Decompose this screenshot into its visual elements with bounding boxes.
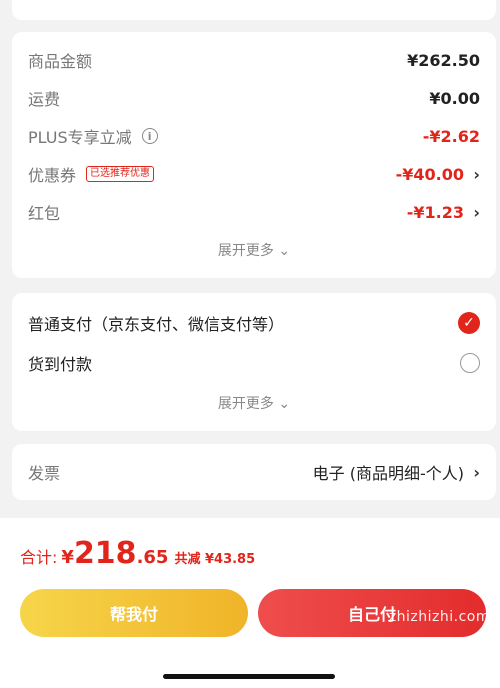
total-decimal: .65 (136, 547, 169, 568)
checkmark-icon[interactable]: ✓ (458, 312, 480, 334)
info-icon[interactable]: i (141, 128, 158, 144)
row-goods-amount: 商品金额 ¥262.50 (28, 44, 480, 76)
row-coupon[interactable]: 优惠券 已选推荐优惠 -¥40.00 › (28, 158, 480, 190)
chevron-down-icon: ⌄ (278, 396, 291, 412)
payment-expand-more-label: 展开更多 (217, 396, 274, 412)
total-line: 合计: ¥ 218 .65 共减 ¥43.85 (20, 536, 255, 571)
shipping-value: ¥0.00 (429, 88, 480, 108)
chevron-right-icon: › (473, 462, 480, 482)
payment-method-card: 普通支付（京东支付、微信支付等） ✓ 货到付款 展开更多 ⌄ (12, 293, 496, 431)
coupon-tag: 已选推荐优惠 (86, 166, 155, 182)
row-plus-discount: PLUS专享立减 i -¥2.62 (28, 120, 480, 152)
payment-option-cod[interactable]: 货到付款 (28, 347, 480, 379)
help-pay-label: 帮我付 (109, 605, 158, 624)
shipping-label: 运费 (28, 90, 61, 109)
radio-unchecked-icon[interactable] (460, 353, 480, 373)
payment-option-cod-label: 货到付款 (28, 355, 93, 374)
total-savings: 共减 ¥43.85 (174, 552, 256, 567)
coupon-value-wrap: -¥40.00 › (396, 165, 480, 184)
expand-more-link[interactable]: 展开更多 ⌄ (12, 240, 496, 260)
checkout-footer: 合计: ¥ 218 .65 共减 ¥43.85 帮我付 自己付 zhizhizh… (0, 518, 500, 688)
expand-more-label: 展开更多 (217, 243, 274, 259)
red-packet-label: 红包 (28, 204, 61, 223)
invoice-card[interactable]: 发票 电子 (商品明细-个人) › (12, 444, 496, 500)
top-card-partial (12, 0, 496, 20)
coupon-label-wrap: 优惠券 已选推荐优惠 (28, 162, 155, 186)
payment-expand-more-link[interactable]: 展开更多 ⌄ (12, 393, 496, 413)
invoice-value: 电子 (商品明细-个人) (312, 464, 464, 483)
chevron-right-icon: › (473, 202, 480, 222)
watermark: zhizhizhi.com (388, 609, 490, 625)
goods-amount-label: 商品金额 (28, 52, 93, 71)
help-pay-button[interactable]: 帮我付 (20, 589, 248, 637)
total-label: 合计: (20, 548, 58, 567)
chevron-down-icon: ⌄ (278, 243, 291, 259)
plus-discount-label: PLUS专享立减 (28, 128, 132, 147)
price-summary-card: 商品金额 ¥262.50 运费 ¥0.00 PLUS专享立减 i -¥2.62 … (12, 32, 496, 278)
total-currency: ¥ (61, 547, 74, 568)
red-packet-value: -¥1.23 (406, 202, 464, 222)
total-integer: 218 (73, 536, 137, 571)
goods-amount-value: ¥262.50 (407, 50, 480, 70)
home-indicator[interactable] (163, 674, 335, 679)
payment-option-standard[interactable]: 普通支付（京东支付、微信支付等） ✓ (28, 307, 480, 339)
invoice-value-wrap: 电子 (商品明细-个人) › (313, 460, 480, 484)
red-packet-value-wrap: -¥1.23 › (407, 203, 480, 222)
payment-option-standard-label: 普通支付（京东支付、微信支付等） (28, 315, 285, 334)
coupon-value: -¥40.00 (395, 164, 464, 184)
invoice-row[interactable]: 发票 电子 (商品明细-个人) › (28, 456, 480, 488)
row-shipping: 运费 ¥0.00 (28, 82, 480, 114)
coupon-label: 优惠券 (28, 166, 77, 185)
plus-discount-value: -¥2.62 (422, 126, 480, 146)
chevron-right-icon: › (473, 164, 480, 184)
invoice-label: 发票 (28, 464, 61, 483)
plus-discount-label-wrap: PLUS专享立减 i (28, 124, 158, 148)
row-red-packet[interactable]: 红包 -¥1.23 › (28, 196, 480, 228)
